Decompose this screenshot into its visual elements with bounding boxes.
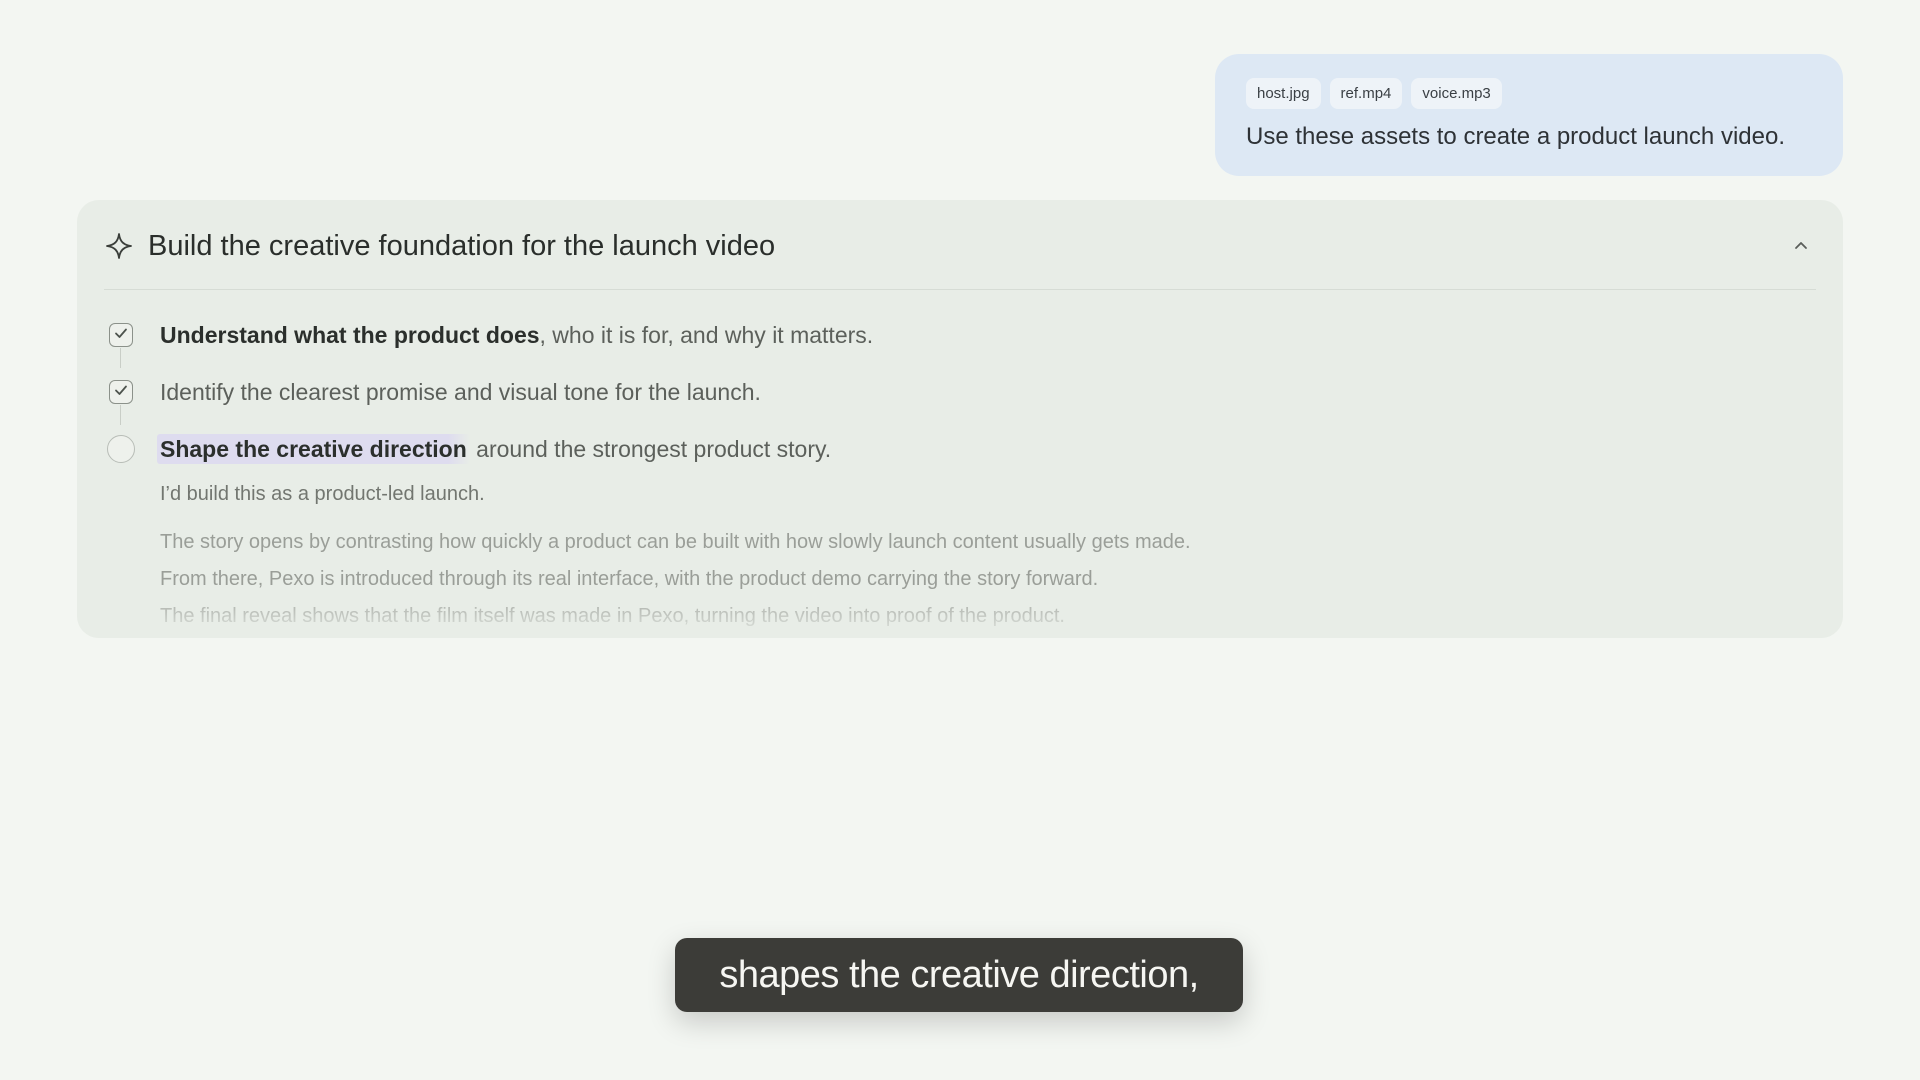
subtitle-caption: shapes the creative direction, bbox=[675, 938, 1243, 1012]
attachment-chip[interactable]: voice.mp3 bbox=[1411, 78, 1502, 109]
step-text-highlight: Shape the creative direction bbox=[157, 433, 470, 464]
step-text-bold: Understand what the product does bbox=[160, 321, 540, 348]
check-icon bbox=[114, 383, 128, 401]
user-message-text: Use these assets to create a product lau… bbox=[1246, 123, 1785, 150]
step-checkbox-checked[interactable] bbox=[109, 323, 133, 347]
step-list: Understand what the product does, who it… bbox=[107, 315, 1816, 486]
thinking-line: From there, Pexo is introduced through i… bbox=[160, 568, 1099, 590]
step-text: Understand what the product does, who it… bbox=[160, 322, 873, 349]
chevron-up-icon bbox=[1793, 237, 1809, 255]
thinking-lead: I’d build this as a product-led launch. bbox=[160, 483, 485, 505]
plan-card: Build the creative foundation for the la… bbox=[77, 200, 1843, 638]
thinking-line: The final reveal shows that the film its… bbox=[160, 605, 1065, 627]
user-message-bubble: host.jpg ref.mp4 voice.mp3 Use these ass… bbox=[1215, 54, 1843, 176]
header-divider bbox=[104, 289, 1816, 290]
step-connector bbox=[120, 348, 121, 368]
step-radio-pending[interactable] bbox=[107, 435, 135, 463]
step-text-rest: around the strongest product story. bbox=[469, 435, 832, 462]
step-connector bbox=[120, 405, 121, 425]
attachment-chip[interactable]: ref.mp4 bbox=[1329, 78, 1403, 109]
step-item: Understand what the product does, who it… bbox=[109, 315, 1816, 368]
step-text: Shape the creative direction around the … bbox=[157, 433, 832, 464]
plan-header: Build the creative foundation for the la… bbox=[104, 224, 1816, 268]
plan-title: Build the creative foundation for the la… bbox=[148, 229, 776, 262]
thinking-line: The story opens by contrasting how quick… bbox=[160, 531, 1191, 553]
sparkle-icon bbox=[104, 231, 134, 261]
attachment-list: host.jpg ref.mp4 voice.mp3 bbox=[1246, 78, 1812, 109]
collapse-button[interactable] bbox=[1786, 231, 1816, 261]
step-item: Identify the clearest promise and visual… bbox=[109, 372, 1816, 425]
step-checkbox-checked[interactable] bbox=[109, 380, 133, 404]
step-text: Identify the clearest promise and visual… bbox=[160, 378, 761, 405]
step-item: Shape the creative direction around the … bbox=[107, 429, 1816, 469]
caption-text: shapes the creative direction, bbox=[719, 953, 1199, 996]
page: host.jpg ref.mp4 voice.mp3 Use these ass… bbox=[0, 0, 1920, 1080]
attachment-chip[interactable]: host.jpg bbox=[1246, 78, 1321, 109]
step-text-rest: , who it is for, and why it matters. bbox=[539, 321, 874, 348]
thinking-block: I’d build this as a product-led launch. … bbox=[160, 483, 1816, 635]
check-icon bbox=[114, 326, 128, 344]
